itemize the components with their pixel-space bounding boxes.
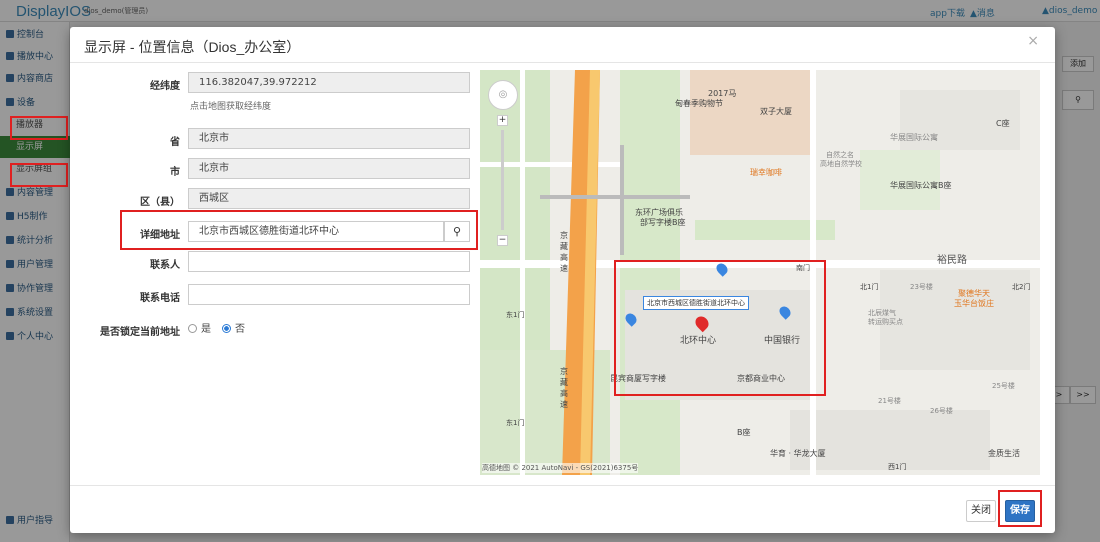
contact-input[interactable]	[188, 251, 470, 272]
zoom-slider[interactable]	[501, 130, 504, 230]
map-label-bhzx: 北环中心	[680, 336, 717, 346]
modal-title: 显示屏 - 位置信息（Dios_办公室）	[84, 39, 301, 55]
map-label-jdsy: 京都商业中心	[737, 374, 785, 383]
map-label-east1: 东1门	[506, 311, 525, 319]
zoom-in-button[interactable]: +	[497, 115, 508, 126]
map-label-hz-apt: 华展国际公寓	[890, 133, 938, 142]
marker-popup[interactable]: 北京市西城区德胜街道北环中心	[643, 296, 749, 310]
city-label: 市	[170, 167, 180, 178]
map-label-jdsh: 金质生活	[988, 449, 1020, 458]
save-button[interactable]: 保存	[1005, 500, 1035, 522]
coords-hint: 点击地图获取经纬度	[190, 102, 272, 112]
map-label-bzuo: B座	[737, 428, 751, 437]
map-label-dh2: 部写字楼B座	[640, 218, 686, 227]
map-label-b26: 26号楼	[930, 407, 953, 415]
map-label-block-c: C座	[996, 119, 1010, 128]
close-button[interactable]: 关闭	[966, 500, 996, 522]
map-label-highway-2: 京藏高速	[560, 367, 568, 409]
district-label: 区（县）	[140, 197, 180, 208]
close-icon[interactable]: ×	[1027, 33, 1039, 49]
map-label-north2: 北2门	[1012, 283, 1031, 291]
map-label-highway: 京藏高速	[560, 231, 568, 273]
map-label-tower23: 23号楼	[910, 283, 933, 291]
address-search-button[interactable]: ⚲	[444, 221, 470, 242]
zoom-out-button[interactable]: −	[497, 235, 508, 246]
modal-divider	[70, 62, 1055, 63]
map-view[interactable]: 2017马 甸春季购物节 双子大厦 C座 华展国际公寓 自然之名 高地自然学校 …	[480, 70, 1040, 475]
contact-label: 联系人	[150, 260, 180, 271]
modal-footer-divider	[70, 485, 1055, 486]
radio-circle-icon	[188, 324, 197, 333]
city-input[interactable]: 北京市	[188, 158, 470, 179]
address-input[interactable]: 北京市西城区德胜街道北环中心	[188, 221, 444, 242]
map-label-tower: 双子大厦	[760, 107, 792, 116]
map-attribution: 高德地图 © 2021 AutoNavi - GS(2021)6375号	[482, 463, 639, 473]
map-label-b21: 21号楼	[878, 397, 901, 405]
map-label-bbk: 昆宾商厦写字楼	[610, 374, 666, 383]
map-label-road: 裕民路	[937, 255, 967, 266]
map-label-cafe: 瑞幸咖啡	[750, 168, 782, 177]
map-label-hyhl: 华育 · 华龙大厦	[770, 449, 826, 458]
province-input[interactable]: 北京市	[188, 128, 470, 149]
map-label-bhg2: 转运购买点	[868, 318, 903, 326]
map-label-jdh2: 玉华台饭庄	[954, 299, 994, 308]
location-modal: 显示屏 - 位置信息（Dios_办公室） × 经纬度 116.382047,39…	[70, 27, 1055, 533]
coords-label: 经纬度	[150, 81, 180, 92]
phone-label: 联系电话	[140, 293, 180, 304]
map-label-mall-b: 甸春季购物节	[675, 99, 723, 108]
lock-label: 是否锁定当前地址	[100, 327, 180, 338]
search-icon: ⚲	[452, 225, 462, 238]
compass-icon[interactable]: ◎	[488, 80, 518, 110]
map-label-west1: 西1门	[888, 463, 907, 471]
map-label-hz-b: 华展国际公寓B座	[890, 181, 952, 190]
phone-input[interactable]	[188, 284, 470, 305]
province-label: 省	[170, 137, 180, 148]
map-label-south-gate: 南门	[796, 264, 810, 272]
coords-input[interactable]: 116.382047,39.972212	[188, 72, 470, 93]
radio-selected-icon	[222, 324, 231, 333]
district-input[interactable]: 西城区	[188, 188, 470, 209]
map-label-school-b: 高地自然学校	[820, 160, 862, 168]
map-label-east1b: 东1门	[506, 419, 525, 427]
map-label-b25: 25号楼	[992, 382, 1015, 390]
map-label-boc: 中国银行	[764, 336, 801, 346]
lock-no-radio[interactable]: 否	[222, 320, 245, 335]
address-label: 详细地址	[140, 230, 180, 241]
lock-yes-radio[interactable]: 是	[188, 320, 211, 335]
map-label-north-gate: 北1门	[860, 283, 879, 291]
